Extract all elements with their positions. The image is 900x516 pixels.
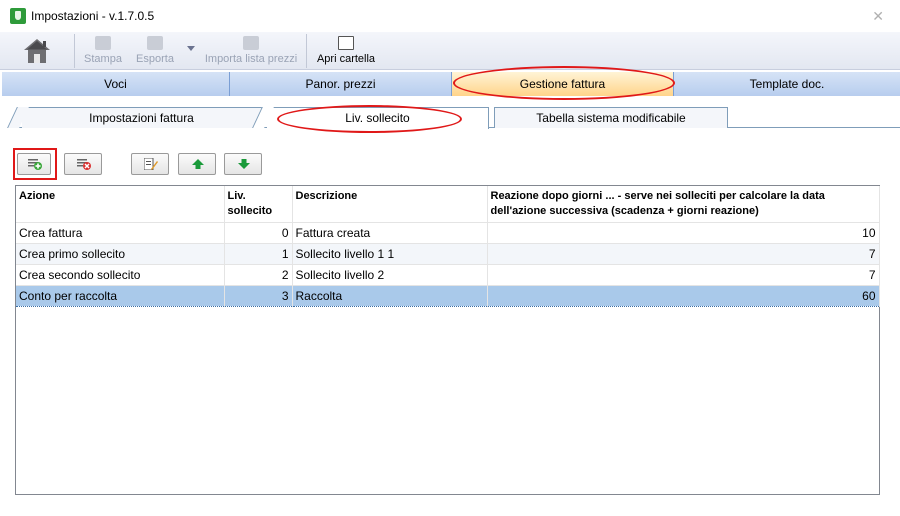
delete-row-icon <box>77 159 91 170</box>
open-folder-label: Apri cartella <box>316 53 376 65</box>
window-title: Impostazioni - v.1.7.0.5 <box>31 9 155 23</box>
folder-icon <box>338 36 354 50</box>
export-button[interactable]: Esporta <box>134 34 176 68</box>
cell-azione[interactable]: Crea fattura <box>16 222 225 244</box>
solleciti-table[interactable]: Azione Liv. sollecito Descrizione Reazio… <box>15 185 880 495</box>
import-label: Importa lista prezzi <box>204 53 298 65</box>
cell-azione[interactable]: Crea primo sollecito <box>16 243 225 265</box>
subtab-label: Liv. sollecito <box>345 111 410 125</box>
toolbar-separator <box>306 34 307 68</box>
close-icon[interactable]: ✕ <box>872 8 884 25</box>
open-folder-button[interactable]: Apri cartella <box>315 34 377 68</box>
print-button[interactable]: Stampa <box>84 34 122 68</box>
move-up-button[interactable] <box>178 153 216 175</box>
cell-reazione[interactable]: 10 <box>487 222 880 244</box>
app-flask-icon <box>10 8 26 24</box>
column-header-reazione[interactable]: Reazione dopo giorni ... - serve nei sol… <box>487 186 880 223</box>
tab-edge <box>7 107 29 128</box>
import-icon <box>243 36 259 50</box>
tab-panor-prezzi[interactable]: Panor. prezzi <box>230 72 452 96</box>
column-header-descrizione[interactable]: Descrizione <box>292 186 488 223</box>
toolbar-separator <box>74 34 75 68</box>
cell-reazione[interactable]: 7 <box>487 243 880 265</box>
cell-descrizione[interactable]: Sollecito livello 1 1 <box>292 243 488 265</box>
subtab-liv-sollecito[interactable]: Liv. sollecito <box>252 107 489 129</box>
arrow-up-icon <box>192 159 204 169</box>
export-label: Esporta <box>136 53 174 65</box>
table-row[interactable]: Crea secondo sollecito 2 Sollecito livel… <box>16 264 880 286</box>
printer-icon <box>95 36 111 50</box>
main-tab-bar: Voci Panor. prezzi Gestione fattura Temp… <box>2 72 900 96</box>
arrow-down-icon <box>238 159 250 169</box>
cell-descrizione[interactable]: Sollecito livello 2 <box>292 264 488 286</box>
edit-button[interactable] <box>131 153 169 175</box>
cell-livello[interactable]: 1 <box>224 243 293 265</box>
cell-livello[interactable]: 2 <box>224 264 293 286</box>
table-row-selected[interactable]: Conto per raccolta 3 Raccolta 60 <box>16 285 880 307</box>
cell-descrizione[interactable]: Fattura creata <box>292 222 488 244</box>
cell-reazione[interactable]: 60 <box>487 285 880 307</box>
toolbar: Stampa Esporta Importa lista prezzi Apri… <box>0 32 900 70</box>
title-bar: Impostazioni - v.1.7.0.5 ✕ <box>0 0 900 32</box>
add-row-icon <box>28 159 42 170</box>
cell-livello[interactable]: 0 <box>224 222 293 244</box>
print-label: Stampa <box>84 53 122 65</box>
move-down-button[interactable] <box>224 153 262 175</box>
edit-icon <box>144 158 158 170</box>
subtab-tabella-sistema[interactable]: Tabella sistema modificabile <box>494 107 728 128</box>
table-header-row: Azione Liv. sollecito Descrizione Reazio… <box>16 186 880 223</box>
cell-reazione[interactable]: 7 <box>487 264 880 286</box>
cell-livello[interactable]: 3 <box>224 285 293 307</box>
cell-azione[interactable]: Conto per raccolta <box>16 285 225 307</box>
tab-template-doc[interactable]: Template doc. <box>674 72 900 96</box>
column-header-azione[interactable]: Azione <box>16 186 225 223</box>
subtab-label: Impostazioni fattura <box>89 111 194 125</box>
column-header-livello[interactable]: Liv. sollecito <box>224 186 293 223</box>
tab-gestione-fattura[interactable]: Gestione fattura <box>452 72 674 96</box>
cell-azione[interactable]: Crea secondo sollecito <box>16 264 225 286</box>
table-row[interactable]: Crea primo sollecito 1 Sollecito livello… <box>16 243 880 265</box>
delete-row-button[interactable] <box>64 153 102 175</box>
home-icon[interactable] <box>22 36 52 66</box>
table-row[interactable]: Crea fattura 0 Fattura creata 10 <box>16 222 880 244</box>
export-dropdown-arrow-icon[interactable] <box>187 46 195 51</box>
import-price-list-button[interactable]: Importa lista prezzi <box>204 34 298 68</box>
subtab-impostazioni-fattura[interactable]: Impostazioni fattura <box>7 107 262 128</box>
tab-voci[interactable]: Voci <box>2 72 230 96</box>
cell-descrizione[interactable]: Raccolta <box>292 285 488 307</box>
add-row-button[interactable] <box>17 153 51 175</box>
export-icon <box>147 36 163 50</box>
